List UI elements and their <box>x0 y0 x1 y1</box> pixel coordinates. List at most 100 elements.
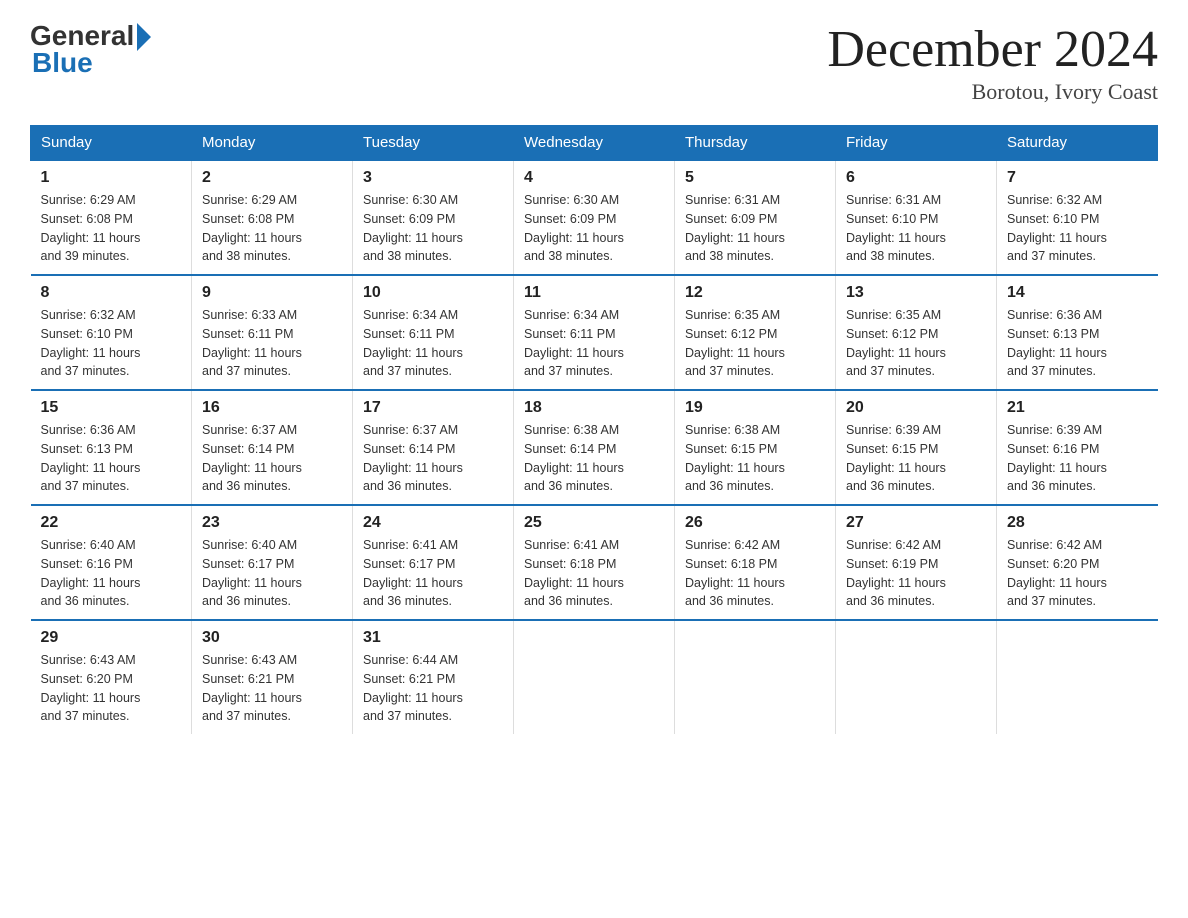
day-number: 20 <box>846 399 986 417</box>
calendar-week-row: 29 Sunrise: 6:43 AM Sunset: 6:20 PM Dayl… <box>31 620 1158 734</box>
calendar-cell: 30 Sunrise: 6:43 AM Sunset: 6:21 PM Dayl… <box>192 620 353 734</box>
day-info: Sunrise: 6:40 AM Sunset: 6:17 PM Dayligh… <box>202 536 342 611</box>
day-info: Sunrise: 6:30 AM Sunset: 6:09 PM Dayligh… <box>363 191 503 266</box>
day-number: 12 <box>685 284 825 302</box>
header-row: Sunday Monday Tuesday Wednesday Thursday… <box>31 126 1158 161</box>
day-number: 21 <box>1007 399 1148 417</box>
day-number: 2 <box>202 169 342 187</box>
calendar-cell: 29 Sunrise: 6:43 AM Sunset: 6:20 PM Dayl… <box>31 620 192 734</box>
day-info: Sunrise: 6:33 AM Sunset: 6:11 PM Dayligh… <box>202 306 342 381</box>
day-info: Sunrise: 6:43 AM Sunset: 6:21 PM Dayligh… <box>202 651 342 726</box>
calendar-cell: 22 Sunrise: 6:40 AM Sunset: 6:16 PM Dayl… <box>31 505 192 620</box>
day-number: 28 <box>1007 514 1148 532</box>
calendar-cell: 5 Sunrise: 6:31 AM Sunset: 6:09 PM Dayli… <box>675 160 836 275</box>
title-section: December 2024 Borotou, Ivory Coast <box>827 20 1158 105</box>
day-info: Sunrise: 6:38 AM Sunset: 6:15 PM Dayligh… <box>685 421 825 496</box>
day-info: Sunrise: 6:31 AM Sunset: 6:09 PM Dayligh… <box>685 191 825 266</box>
day-number: 9 <box>202 284 342 302</box>
day-info: Sunrise: 6:37 AM Sunset: 6:14 PM Dayligh… <box>202 421 342 496</box>
calendar-cell: 1 Sunrise: 6:29 AM Sunset: 6:08 PM Dayli… <box>31 160 192 275</box>
header-saturday: Saturday <box>997 126 1158 161</box>
calendar-cell: 21 Sunrise: 6:39 AM Sunset: 6:16 PM Dayl… <box>997 390 1158 505</box>
day-info: Sunrise: 6:41 AM Sunset: 6:18 PM Dayligh… <box>524 536 664 611</box>
day-number: 14 <box>1007 284 1148 302</box>
calendar-cell: 15 Sunrise: 6:36 AM Sunset: 6:13 PM Dayl… <box>31 390 192 505</box>
day-info: Sunrise: 6:32 AM Sunset: 6:10 PM Dayligh… <box>1007 191 1148 266</box>
day-info: Sunrise: 6:35 AM Sunset: 6:12 PM Dayligh… <box>846 306 986 381</box>
day-info: Sunrise: 6:30 AM Sunset: 6:09 PM Dayligh… <box>524 191 664 266</box>
logo-arrow-icon <box>137 23 151 51</box>
day-info: Sunrise: 6:35 AM Sunset: 6:12 PM Dayligh… <box>685 306 825 381</box>
day-info: Sunrise: 6:39 AM Sunset: 6:16 PM Dayligh… <box>1007 421 1148 496</box>
day-info: Sunrise: 6:36 AM Sunset: 6:13 PM Dayligh… <box>1007 306 1148 381</box>
calendar-cell: 17 Sunrise: 6:37 AM Sunset: 6:14 PM Dayl… <box>353 390 514 505</box>
day-number: 27 <box>846 514 986 532</box>
calendar-body: 1 Sunrise: 6:29 AM Sunset: 6:08 PM Dayli… <box>31 160 1158 734</box>
day-number: 22 <box>41 514 182 532</box>
day-number: 23 <box>202 514 342 532</box>
calendar-cell: 4 Sunrise: 6:30 AM Sunset: 6:09 PM Dayli… <box>514 160 675 275</box>
calendar-cell: 13 Sunrise: 6:35 AM Sunset: 6:12 PM Dayl… <box>836 275 997 390</box>
month-year-title: December 2024 <box>827 20 1158 79</box>
calendar-cell: 12 Sunrise: 6:35 AM Sunset: 6:12 PM Dayl… <box>675 275 836 390</box>
day-number: 10 <box>363 284 503 302</box>
day-number: 4 <box>524 169 664 187</box>
day-number: 15 <box>41 399 182 417</box>
calendar-cell: 11 Sunrise: 6:34 AM Sunset: 6:11 PM Dayl… <box>514 275 675 390</box>
day-number: 1 <box>41 169 182 187</box>
day-info: Sunrise: 6:41 AM Sunset: 6:17 PM Dayligh… <box>363 536 503 611</box>
calendar-week-row: 22 Sunrise: 6:40 AM Sunset: 6:16 PM Dayl… <box>31 505 1158 620</box>
day-info: Sunrise: 6:42 AM Sunset: 6:19 PM Dayligh… <box>846 536 986 611</box>
logo: General Blue <box>30 20 151 79</box>
day-info: Sunrise: 6:31 AM Sunset: 6:10 PM Dayligh… <box>846 191 986 266</box>
calendar-cell: 27 Sunrise: 6:42 AM Sunset: 6:19 PM Dayl… <box>836 505 997 620</box>
day-number: 31 <box>363 629 503 647</box>
calendar-cell: 16 Sunrise: 6:37 AM Sunset: 6:14 PM Dayl… <box>192 390 353 505</box>
calendar-header: Sunday Monday Tuesday Wednesday Thursday… <box>31 126 1158 161</box>
logo-blue-text: Blue <box>32 47 93 79</box>
day-number: 30 <box>202 629 342 647</box>
day-number: 26 <box>685 514 825 532</box>
day-number: 16 <box>202 399 342 417</box>
header-monday: Monday <box>192 126 353 161</box>
calendar-table: Sunday Monday Tuesday Wednesday Thursday… <box>30 125 1158 734</box>
calendar-cell: 8 Sunrise: 6:32 AM Sunset: 6:10 PM Dayli… <box>31 275 192 390</box>
day-info: Sunrise: 6:42 AM Sunset: 6:20 PM Dayligh… <box>1007 536 1148 611</box>
day-number: 3 <box>363 169 503 187</box>
day-number: 13 <box>846 284 986 302</box>
day-number: 5 <box>685 169 825 187</box>
day-number: 17 <box>363 399 503 417</box>
calendar-cell: 24 Sunrise: 6:41 AM Sunset: 6:17 PM Dayl… <box>353 505 514 620</box>
calendar-cell: 23 Sunrise: 6:40 AM Sunset: 6:17 PM Dayl… <box>192 505 353 620</box>
calendar-cell: 26 Sunrise: 6:42 AM Sunset: 6:18 PM Dayl… <box>675 505 836 620</box>
calendar-cell <box>836 620 997 734</box>
location-title: Borotou, Ivory Coast <box>827 79 1158 105</box>
day-info: Sunrise: 6:38 AM Sunset: 6:14 PM Dayligh… <box>524 421 664 496</box>
day-info: Sunrise: 6:43 AM Sunset: 6:20 PM Dayligh… <box>41 651 182 726</box>
calendar-cell: 20 Sunrise: 6:39 AM Sunset: 6:15 PM Dayl… <box>836 390 997 505</box>
header-wednesday: Wednesday <box>514 126 675 161</box>
header-sunday: Sunday <box>31 126 192 161</box>
calendar-cell: 28 Sunrise: 6:42 AM Sunset: 6:20 PM Dayl… <box>997 505 1158 620</box>
day-number: 7 <box>1007 169 1148 187</box>
day-info: Sunrise: 6:44 AM Sunset: 6:21 PM Dayligh… <box>363 651 503 726</box>
day-number: 8 <box>41 284 182 302</box>
calendar-cell <box>514 620 675 734</box>
calendar-cell: 18 Sunrise: 6:38 AM Sunset: 6:14 PM Dayl… <box>514 390 675 505</box>
day-info: Sunrise: 6:34 AM Sunset: 6:11 PM Dayligh… <box>363 306 503 381</box>
day-number: 11 <box>524 284 664 302</box>
calendar-cell: 14 Sunrise: 6:36 AM Sunset: 6:13 PM Dayl… <box>997 275 1158 390</box>
day-number: 19 <box>685 399 825 417</box>
calendar-week-row: 8 Sunrise: 6:32 AM Sunset: 6:10 PM Dayli… <box>31 275 1158 390</box>
day-number: 24 <box>363 514 503 532</box>
day-number: 29 <box>41 629 182 647</box>
day-number: 25 <box>524 514 664 532</box>
day-info: Sunrise: 6:36 AM Sunset: 6:13 PM Dayligh… <box>41 421 182 496</box>
day-info: Sunrise: 6:29 AM Sunset: 6:08 PM Dayligh… <box>202 191 342 266</box>
calendar-cell: 7 Sunrise: 6:32 AM Sunset: 6:10 PM Dayli… <box>997 160 1158 275</box>
day-number: 18 <box>524 399 664 417</box>
calendar-cell: 3 Sunrise: 6:30 AM Sunset: 6:09 PM Dayli… <box>353 160 514 275</box>
day-info: Sunrise: 6:34 AM Sunset: 6:11 PM Dayligh… <box>524 306 664 381</box>
day-info: Sunrise: 6:39 AM Sunset: 6:15 PM Dayligh… <box>846 421 986 496</box>
day-info: Sunrise: 6:42 AM Sunset: 6:18 PM Dayligh… <box>685 536 825 611</box>
